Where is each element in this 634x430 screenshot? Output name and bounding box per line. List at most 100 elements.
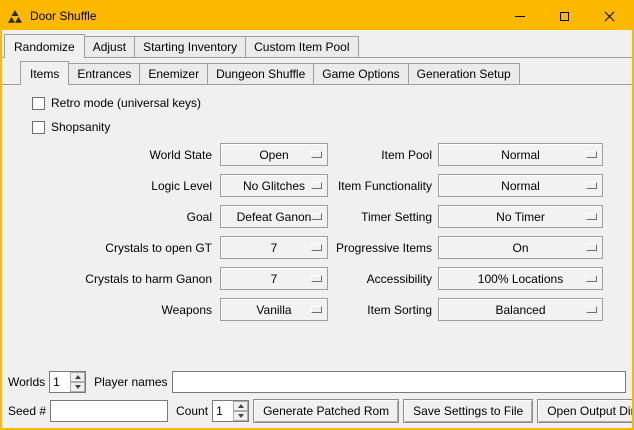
goal-value: Defeat Ganon [237, 210, 312, 224]
count-label: Count [176, 404, 208, 418]
window-title: Door Shuffle [30, 9, 97, 23]
item-pool-value: Normal [501, 148, 540, 162]
triangle-up-icon [75, 375, 81, 379]
item-sorting-label: Item Sorting [332, 303, 432, 317]
seed-label: Seed # [8, 404, 46, 418]
open-output-directory-button[interactable]: Open Output Directory [537, 399, 634, 423]
worlds-spinner-buttons [70, 372, 85, 392]
dropdown-indicator-icon [311, 306, 322, 313]
tab-randomize[interactable]: Randomize [4, 34, 85, 58]
world-state-dropdown[interactable]: Open [220, 143, 328, 166]
secondary-tabbar: Items Entrances Enemizer Dungeon Shuffle… [2, 58, 632, 84]
accessibility-dropdown[interactable]: 100% Locations [438, 267, 603, 290]
item-functionality-value: Normal [501, 179, 540, 193]
tab-generation-setup[interactable]: Generation Setup [408, 63, 520, 84]
tab-items[interactable]: Items [20, 61, 69, 85]
dropdown-indicator-icon [586, 275, 597, 282]
tab-dungeon-shuffle[interactable]: Dungeon Shuffle [207, 63, 314, 84]
dropdown-indicator-icon [311, 182, 322, 189]
worlds-spin-down-button[interactable] [70, 382, 85, 392]
form-row: Crystals to harm Ganon 7 Accessibility 1… [2, 263, 632, 294]
retro-mode-label: Retro mode (universal keys) [51, 96, 201, 110]
tab-adjust[interactable]: Adjust [84, 36, 135, 57]
world-state-label: World State [10, 148, 212, 162]
timer-setting-value: No Timer [496, 210, 545, 224]
count-spin-down-button[interactable] [233, 411, 248, 421]
accessibility-value: 100% Locations [478, 272, 563, 286]
app-icon [8, 9, 24, 23]
weapons-value: Vanilla [256, 303, 291, 317]
item-pool-label: Item Pool [332, 148, 432, 162]
worlds-value: 1 [50, 372, 70, 392]
worlds-label: Worlds [8, 375, 45, 389]
crystals-open-gt-dropdown[interactable]: 7 [220, 236, 328, 259]
dropdown-indicator-icon [311, 213, 322, 220]
maximize-icon [560, 12, 569, 21]
logic-level-dropdown[interactable]: No Glitches [220, 174, 328, 197]
progressive-items-label: Progressive Items [332, 241, 432, 255]
tab-enemizer[interactable]: Enemizer [139, 63, 208, 84]
player-names-input[interactable] [172, 371, 627, 393]
form-row: Crystals to open GT 7 Progressive Items … [2, 232, 632, 263]
retro-mode-checkbox-row[interactable]: Retro mode (universal keys) [2, 91, 632, 115]
bottom-bar: Worlds 1 Player names Seed # Count 1 [2, 368, 632, 426]
form-row: World State Open Item Pool Normal [2, 139, 632, 170]
window-controls [497, 2, 632, 30]
crystals-open-gt-value: 7 [271, 241, 278, 255]
maximize-button[interactable] [542, 2, 587, 30]
dropdown-indicator-icon [311, 244, 322, 251]
crystals-harm-ganon-value: 7 [271, 272, 278, 286]
goal-dropdown[interactable]: Defeat Ganon [220, 205, 328, 228]
crystals-harm-ganon-dropdown[interactable]: 7 [220, 267, 328, 290]
triangle-up-icon [238, 404, 244, 408]
worlds-spin-up-button[interactable] [70, 372, 85, 382]
form-row: Weapons Vanilla Item Sorting Balanced [2, 294, 632, 325]
seed-input[interactable] [50, 400, 168, 422]
accessibility-label: Accessibility [332, 272, 432, 286]
count-value: 1 [213, 401, 233, 421]
weapons-dropdown[interactable]: Vanilla [220, 298, 328, 321]
dropdown-indicator-icon [586, 182, 597, 189]
dropdown-indicator-icon [586, 306, 597, 313]
generate-patched-rom-button[interactable]: Generate Patched Rom [253, 399, 399, 423]
world-state-value: Open [259, 148, 288, 162]
dropdown-indicator-icon [586, 151, 597, 158]
tab-entrances[interactable]: Entrances [68, 63, 140, 84]
weapons-label: Weapons [10, 303, 212, 317]
count-spin-up-button[interactable] [233, 401, 248, 411]
close-button[interactable] [587, 2, 632, 30]
retro-mode-checkbox[interactable] [32, 97, 45, 110]
item-sorting-value: Balanced [495, 303, 545, 317]
tab-starting-inventory[interactable]: Starting Inventory [134, 36, 246, 57]
count-spinner[interactable]: 1 [212, 400, 249, 422]
tab-custom-item-pool[interactable]: Custom Item Pool [245, 36, 358, 57]
timer-setting-dropdown[interactable]: No Timer [438, 205, 603, 228]
progressive-items-value: On [512, 241, 528, 255]
shopsanity-checkbox[interactable] [32, 121, 45, 134]
item-sorting-dropdown[interactable]: Balanced [438, 298, 603, 321]
item-functionality-label: Item Functionality [332, 179, 432, 193]
dropdown-indicator-icon [586, 244, 597, 251]
minimize-button[interactable] [497, 2, 542, 30]
dropdown-indicator-icon [311, 151, 322, 158]
worlds-spinner[interactable]: 1 [49, 371, 86, 393]
timer-setting-label: Timer Setting [332, 210, 432, 224]
item-pool-dropdown[interactable]: Normal [438, 143, 603, 166]
progressive-items-dropdown[interactable]: On [438, 236, 603, 259]
shopsanity-label: Shopsanity [51, 120, 110, 134]
titlebar[interactable]: Door Shuffle [2, 2, 632, 30]
form-row: Logic Level No Glitches Item Functionali… [2, 170, 632, 201]
save-settings-button[interactable]: Save Settings to File [403, 399, 533, 423]
tab-game-options[interactable]: Game Options [313, 63, 408, 84]
count-spinner-buttons [233, 401, 248, 421]
crystals-harm-ganon-label: Crystals to harm Ganon [10, 272, 212, 286]
logic-level-value: No Glitches [243, 179, 305, 193]
item-functionality-dropdown[interactable]: Normal [438, 174, 603, 197]
shopsanity-checkbox-row[interactable]: Shopsanity [2, 115, 632, 139]
triangle-down-icon [75, 385, 81, 389]
primary-tabbar: Randomize Adjust Starting Inventory Cust… [2, 30, 632, 57]
crystals-open-gt-label: Crystals to open GT [10, 241, 212, 255]
dropdown-indicator-icon [311, 275, 322, 282]
player-names-label: Player names [94, 375, 167, 389]
dropdown-indicator-icon [586, 213, 597, 220]
